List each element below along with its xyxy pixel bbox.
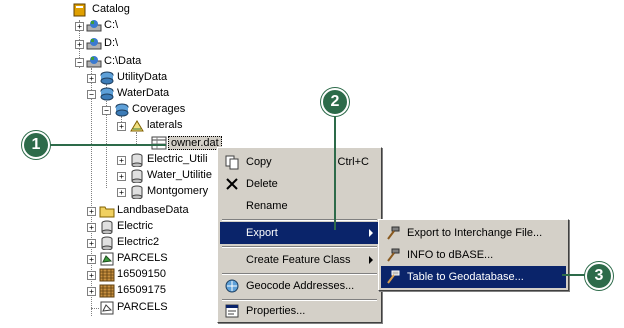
database-icon (99, 220, 115, 235)
geocode-icon (224, 278, 240, 294)
menu-item-export-interchange[interactable]: Export to Interchange File... (381, 222, 566, 244)
tree-item-montgomery[interactable]: Montgomery (147, 185, 208, 197)
menu-item-properties[interactable]: Properties... (220, 300, 379, 322)
tree-connector (91, 308, 99, 309)
menu-item-table-to-geodatabase-label: Table to Geodatabase... (407, 271, 524, 283)
tree-item-c-data[interactable]: C:\Data (104, 55, 141, 67)
menu-item-rename-label: Rename (246, 200, 288, 212)
tree-item-laterals[interactable]: laterals (147, 119, 182, 131)
collapse-icon[interactable]: − (102, 106, 111, 115)
tree-item-landbase-data[interactable]: LandbaseData (117, 204, 189, 216)
menu-item-info-dbase[interactable]: INFO to dBASE... (381, 244, 566, 266)
drive-icon (86, 37, 102, 51)
database-icon (129, 185, 145, 200)
tree-connector (136, 132, 137, 144)
context-menu: Copy Ctrl+C Delete Rename Export Create … (217, 147, 382, 323)
hammer-icon (385, 247, 401, 263)
menu-item-export-label: Export (246, 227, 278, 239)
hammer-icon (385, 225, 401, 241)
menu-item-rename[interactable]: Rename (220, 195, 379, 217)
expand-icon[interactable]: + (117, 122, 126, 131)
menu-item-delete-label: Delete (246, 178, 278, 190)
menu-item-geocode-label: Geocode Addresses... (246, 280, 355, 292)
menu-separator (222, 246, 377, 248)
tree-item-16509150[interactable]: 16509150 (117, 268, 166, 280)
tree-item-utility-data[interactable]: UtilityData (117, 71, 167, 83)
menu-item-create-feature-class[interactable]: Create Feature Class (220, 249, 379, 271)
delete-icon (224, 176, 240, 192)
expand-icon[interactable]: + (87, 223, 96, 232)
menu-item-delete[interactable]: Delete (220, 173, 379, 195)
expand-icon[interactable]: + (117, 172, 126, 181)
coverage-icon (129, 119, 145, 133)
tree-item-electric-util[interactable]: Electric_Utili (147, 153, 208, 165)
expand-icon[interactable]: + (117, 188, 126, 197)
tree-item-d-drive[interactable]: D:\ (104, 37, 118, 49)
menu-item-export[interactable]: Export (220, 222, 379, 244)
expand-icon[interactable]: + (75, 22, 84, 31)
properties-icon (224, 303, 240, 319)
expand-icon[interactable]: + (87, 287, 96, 296)
geodatabase-icon (99, 87, 115, 101)
submenu-arrow-icon (369, 229, 373, 237)
tree-item-parcels-layer[interactable]: PARCELS (117, 301, 168, 313)
tree-item-water-util[interactable]: Water_Utilitie (147, 169, 212, 181)
collapse-icon[interactable]: − (87, 90, 96, 99)
export-submenu: Export to Interchange File... INFO to dB… (378, 219, 569, 291)
callout-2: 2 (321, 88, 349, 116)
geodatabase-icon (99, 71, 115, 85)
menu-item-info-dbase-label: INFO to dBASE... (407, 249, 494, 261)
folder-icon (99, 204, 115, 218)
tree-item-coverages[interactable]: Coverages (132, 103, 185, 115)
raster-icon (99, 284, 115, 298)
tree-item-water-data[interactable]: WaterData (117, 87, 169, 99)
expand-icon[interactable]: + (87, 239, 96, 248)
folder-connection-icon (86, 55, 102, 69)
layer-file-icon (99, 301, 115, 315)
database-icon (129, 169, 145, 184)
copy-icon (224, 154, 240, 170)
drive-icon (86, 19, 102, 33)
database-icon (129, 153, 145, 168)
expand-icon[interactable]: + (75, 40, 84, 49)
tree-item-parcels[interactable]: PARCELS (117, 252, 168, 264)
expand-icon[interactable]: + (87, 255, 96, 264)
menu-item-table-to-geodatabase[interactable]: Table to Geodatabase... (381, 266, 566, 288)
hammer-icon (385, 269, 401, 285)
callout-3: 3 (585, 262, 613, 290)
tree-item-16509175[interactable]: 16509175 (117, 284, 166, 296)
menu-item-properties-label: Properties... (246, 305, 306, 317)
menu-item-geocode-addresses[interactable]: Geocode Addresses... (220, 275, 379, 297)
shapefile-icon (99, 252, 115, 266)
expand-icon[interactable]: + (117, 156, 126, 165)
expand-icon[interactable]: + (87, 207, 96, 216)
menu-item-create-feature-class-label: Create Feature Class (246, 254, 351, 266)
menu-separator (222, 219, 377, 221)
database-icon (99, 236, 115, 251)
menu-item-copy-label: Copy (246, 156, 272, 168)
tree-item-electric2[interactable]: Electric2 (117, 236, 159, 248)
tree-item-owner-dat[interactable]: owner.dat (168, 136, 222, 150)
collapse-icon[interactable]: − (75, 58, 84, 67)
catalog-icon (72, 3, 88, 17)
menu-item-copy[interactable]: Copy Ctrl+C (220, 151, 379, 173)
submenu-arrow-icon (369, 256, 373, 264)
menu-item-export-interchange-label: Export to Interchange File... (407, 227, 543, 239)
tree-item-c-drive[interactable]: C:\ (104, 19, 118, 31)
table-icon (151, 136, 167, 150)
expand-icon[interactable]: + (87, 271, 96, 280)
tree-item-electric[interactable]: Electric (117, 220, 153, 232)
copy-shortcut: Ctrl+C (337, 156, 369, 168)
callout-leader-line (48, 144, 166, 146)
coverage-workspace-icon (114, 103, 130, 117)
raster-icon (99, 268, 115, 282)
expand-icon[interactable]: + (87, 74, 96, 83)
callout-leader-line (334, 111, 336, 230)
callout-1: 1 (22, 131, 50, 159)
tree-item-catalog[interactable]: Catalog (92, 3, 130, 15)
